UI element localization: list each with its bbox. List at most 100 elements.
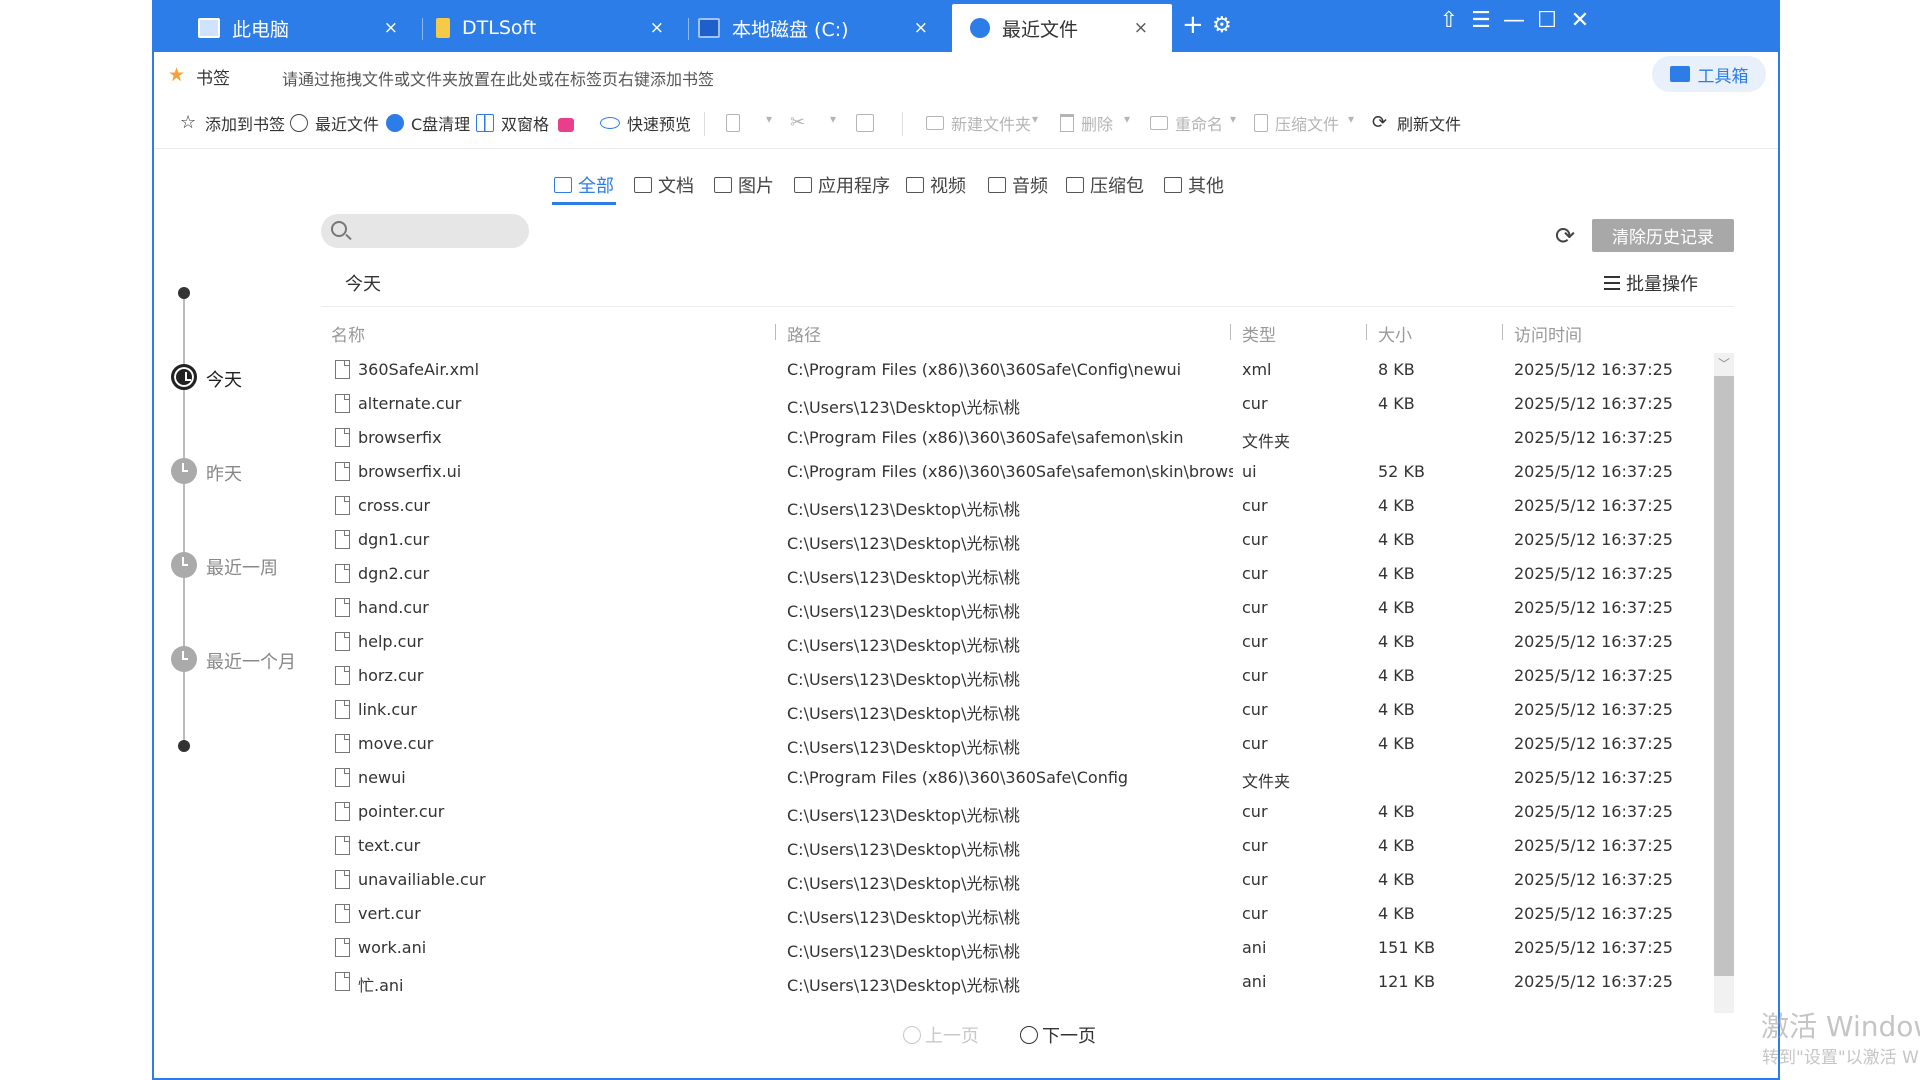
copy-button[interactable] [726,98,747,148]
prev-page-button[interactable]: 上一页 [903,1022,979,1048]
bookmark-label[interactable]: 书签 [196,64,230,89]
table-row[interactable]: work.ani C:\Users\123\Desktop\光标\桃 ani 151 … [321,931,1706,965]
chevron-down-icon[interactable]: ▾ [1348,112,1354,126]
file-type: ani [1242,938,1267,957]
table-row[interactable]: vert.cur C:\Users\123\Desktop\光标\桃 cur 4 KB… [321,897,1706,931]
chevron-down-icon[interactable]: ﹀ [1718,355,1730,372]
table-row[interactable]: alternate.cur C:\Users\123\Desktop\光标\桃 cu… [321,387,1706,421]
next-page-button[interactable]: 下一页 [1020,1022,1096,1048]
lock-button[interactable] [558,98,581,148]
table-row[interactable]: pointer.cur C:\Users\123\Desktop\光标\桃 cur 4… [321,795,1706,829]
chevron-down-icon[interactable]: ▾ [1032,112,1038,126]
timeline-yesterday[interactable]: 昨天 [206,460,242,486]
refresh-files-button[interactable]: ⟳ 刷新文件 [1372,98,1461,148]
minimize-icon[interactable]: — [1499,8,1529,33]
c-clean-button[interactable]: C盘清理 [386,98,470,148]
rename-button[interactable]: 重命名 [1150,98,1223,148]
timeline-last-week[interactable]: 最近一周 [206,554,278,580]
file-access-time: 2025/5/12 16:37:25 [1514,904,1673,923]
category-documents[interactable]: 文档 [634,168,694,202]
recent-files-button[interactable]: 最近文件 [290,98,379,148]
search-input[interactable] [357,220,521,244]
table-row[interactable]: 忙.ani C:\Users\123\Desktop\光标\桃 ani 121 KB 2… [321,965,1706,999]
tab-options-icon[interactable]: ⚙ [1212,13,1232,38]
file-type: xml [1242,360,1272,379]
column-header-type[interactable]: 类型 [1242,318,1276,348]
file-icon [335,394,350,413]
category-audio[interactable]: 音频 [988,168,1048,202]
clock-icon[interactable] [171,364,197,390]
chevron-down-icon[interactable]: ▾ [766,112,772,126]
table-row[interactable]: move.cur C:\Users\123\Desktop\光标\桃 cur 4 KB… [321,727,1706,761]
timeline-today[interactable]: 今天 [206,366,242,392]
toolbox-button[interactable]: 工具箱 [1652,56,1766,92]
close-icon[interactable]: × [650,18,664,38]
table-row[interactable]: help.cur C:\Users\123\Desktop\光标\桃 cur 4 KB… [321,625,1706,659]
table-row[interactable]: browserfix.ui C:\Program Files (x86)\360\… [321,455,1706,489]
file-name: 忙.ani [358,976,404,995]
file-icon [335,972,350,991]
file-path: C:\Users\123\Desktop\光标\桃 [787,602,1020,621]
close-icon[interactable]: × [914,18,928,38]
refresh-icon[interactable]: ⟳ [1555,222,1575,250]
column-header-time[interactable]: 访问时间 [1514,318,1582,348]
menu-icon[interactable]: ☰ [1466,8,1496,33]
tab-recent-files[interactable]: 最近文件 × [952,4,1172,52]
file-icon [335,870,350,889]
skin-icon[interactable]: ⇧ [1434,8,1464,33]
table-row[interactable]: hand.cur C:\Users\123\Desktop\光标\桃 cur 4 KB… [321,591,1706,625]
quick-preview-button[interactable]: 快速预览 [600,98,691,148]
chevron-down-icon[interactable]: ▾ [830,112,836,126]
table-row[interactable]: text.cur C:\Users\123\Desktop\光标\桃 cur 4 KB… [321,829,1706,863]
table-row[interactable]: dgn1.cur C:\Users\123\Desktop\光标\桃 cur 4 KB… [321,523,1706,557]
batch-operation-button[interactable]: 批量操作 [1604,270,1698,296]
file-path: C:\Users\123\Desktop\光标\桃 [787,398,1020,417]
file-size: 121 KB [1378,972,1436,991]
column-header-path[interactable]: 路径 [787,318,821,348]
category-images[interactable]: 图片 [714,168,774,202]
file-size: 4 KB [1378,904,1415,923]
window-close-icon[interactable]: ✕ [1565,8,1595,33]
close-icon[interactable]: × [384,18,398,38]
file-path: C:\Program Files (x86)\360\360Safe\Confi… [787,768,1129,787]
category-applications[interactable]: 应用程序 [794,168,890,202]
category-videos[interactable]: 视频 [906,168,966,202]
table-row[interactable]: link.cur C:\Users\123\Desktop\光标\桃 cur 4 KB… [321,693,1706,727]
file-name: help.cur [358,632,424,651]
compress-button[interactable]: 压缩文件 [1254,98,1339,148]
category-archives[interactable]: 压缩包 [1066,168,1144,202]
chevron-down-icon[interactable]: ▾ [1230,112,1236,126]
table-row[interactable]: dgn2.cur C:\Users\123\Desktop\光标\桃 cur 4 KB… [321,557,1706,591]
clock-icon[interactable] [171,646,197,672]
table-row[interactable]: 360SafeAir.xml C:\Program Files (x86)\360… [321,353,1706,387]
delete-button[interactable]: 删除 [1060,98,1113,148]
add-bookmark-button[interactable]: ☆ 添加到书签 [180,98,285,148]
clear-history-button[interactable]: 清除历史记录 [1592,219,1734,252]
dual-pane-button[interactable]: 双窗格 [476,98,549,148]
table-row[interactable]: unavailiable.cur C:\Users\123\Desktop\光标\… [321,863,1706,897]
scrollbar-thumb[interactable] [1714,376,1734,976]
category-all[interactable]: 全部 [554,168,614,202]
file-access-time: 2025/5/12 16:37:25 [1514,394,1673,413]
table-row[interactable]: newui C:\Program Files (x86)\360\360Safe\… [321,761,1706,795]
paste-button[interactable] [856,98,881,148]
file-size: 4 KB [1378,870,1415,889]
column-header-size[interactable]: 大小 [1378,318,1412,348]
table-row[interactable]: cross.cur C:\Users\123\Desktop\光标\桃 cur 4 K… [321,489,1706,523]
timeline-last-month[interactable]: 最近一个月 [206,648,296,674]
clock-icon[interactable] [171,552,197,578]
chevron-down-icon[interactable]: ▾ [1124,112,1130,126]
tab-local-disk-c[interactable]: 本地磁盘 (C:) × [688,4,952,52]
close-icon[interactable]: × [1134,18,1148,38]
cut-button[interactable]: ✂ [790,98,815,148]
clock-icon[interactable] [171,458,197,484]
category-other[interactable]: 其他 [1164,168,1224,202]
table-row[interactable]: horz.cur C:\Users\123\Desktop\光标\桃 cur 4 KB… [321,659,1706,693]
maximize-icon[interactable]: ☐ [1532,8,1562,33]
table-row[interactable]: browserfix C:\Program Files (x86)\360\360… [321,421,1706,455]
column-header-name[interactable]: 名称 [331,318,365,348]
new-folder-button[interactable]: 新建文件夹 [926,98,1031,148]
new-tab-plus-icon[interactable]: + [1182,10,1204,40]
tab-this-pc[interactable]: 此电脑 × [154,4,422,52]
tab-dtlsoft[interactable]: DTLSoft × [422,4,688,52]
